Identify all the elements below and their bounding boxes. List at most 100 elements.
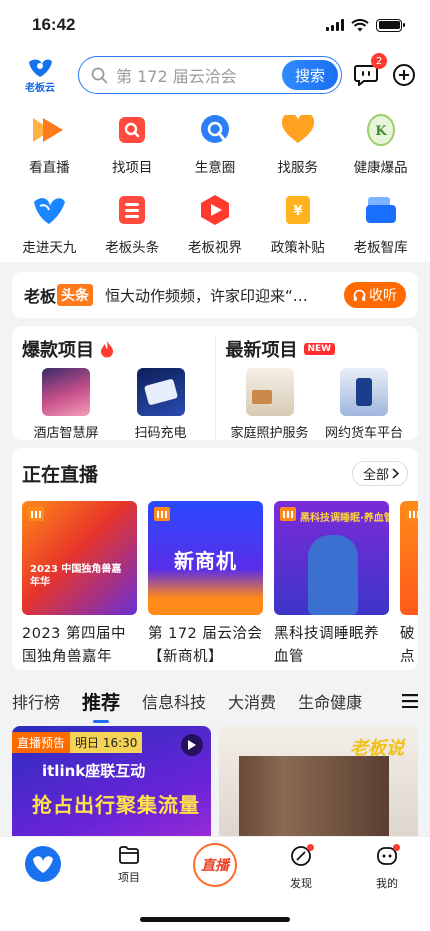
profile-icon [376,844,400,871]
search-input[interactable]: 第 172 届云洽会 搜索 [78,56,342,94]
live-card[interactable]: 破点 [400,501,418,669]
project-item-truck-platform[interactable]: 网约货车平台 [320,368,408,441]
live-card[interactable]: 2023 中国独角兽嘉年华 2023 第四届中国独角兽嘉年 [22,501,137,669]
tab-consumer[interactable]: 大消费 [228,689,276,713]
live-indicator-icon [154,507,170,521]
live-indicator-icon [406,507,418,521]
nav-live-label: 直播 [196,846,234,884]
project-item-home-care[interactable]: 家庭照护服务 [226,368,314,441]
home-indicator [140,917,290,922]
wifi-icon [351,18,369,31]
grid-item-boss-vision[interactable]: 老板视界 [174,190,257,256]
menu-icon[interactable] [402,694,418,708]
tab-it[interactable]: 信息科技 [142,689,206,713]
live-thumbnail-text: 黑科技调睡眠·养血管 [300,513,389,524]
grid-item-business-circle[interactable]: 生意圈 [174,110,257,176]
ticker-headline[interactable]: 恒大动作频频，许家印迎来“… [105,285,336,306]
preview-tag-label: 直播预告 [12,732,71,753]
live-thumbnail-text: 新商机 [174,549,237,573]
grid-item-find-service[interactable]: 找服务 [256,110,339,176]
play-icon [29,110,69,150]
project-thumbnail [136,368,185,416]
project-thumbnail [340,368,388,416]
ticker-brand-text: 老板 [24,287,57,306]
health-badge-icon: K [361,110,401,150]
news-ticker[interactable]: 老板 头条 恒大动作频频，许家印迎来“… 收听 [12,272,418,318]
grid-item-live[interactable]: 看直播 [8,110,91,176]
new-projects-title[interactable]: 最新项目 NEW [226,336,409,362]
app-logo[interactable]: 老板云 [22,56,58,94]
project-label: 酒店智慧屏 [33,426,99,441]
grid-item-think-tank[interactable]: 老板智库 [339,190,422,256]
listen-label: 收听 [369,288,397,304]
bird-logo-icon [29,59,52,77]
feed-logo: 老板说 [350,738,404,759]
notification-dot [393,844,400,851]
add-circle-icon [393,64,415,86]
live-button-icon: 直播 [193,843,237,887]
play-icon [181,734,203,756]
status-time: 16:42 [32,15,76,34]
project-label: 扫码充电 [134,426,187,441]
svg-text:¥: ¥ [293,204,302,219]
bird-logo-icon [29,190,69,230]
grid-label: 看直播 [29,160,70,176]
live-thumbnail-text: 2023 中国独角兽嘉年华 [30,564,122,588]
grid-label: 找项目 [111,160,153,176]
listen-button[interactable]: 收听 [344,282,406,308]
message-button[interactable]: 2 [352,53,387,89]
search-icon [91,67,108,83]
new-projects-title-text: 最新项目 [225,340,298,361]
live-card[interactable]: 黑科技调睡眠·养血管 黑科技调睡眠养血管 [274,501,389,669]
grid-label: 老板智库 [353,240,408,256]
project-item-scan-charge[interactable]: 扫码充电 [117,368,205,441]
nav-label: 发现 [290,877,312,890]
live-section-title: 正在直播 [22,464,99,486]
project-item-hotel-screen[interactable]: 酒店智慧屏 [22,368,110,441]
live-caption: 第 172 届云洽会【新商机】 [148,626,263,665]
grid-item-boss-news[interactable]: 老板头条 [91,190,174,256]
hot-projects: 爆款项目 酒店智慧屏 扫码充电 [12,336,215,441]
live-card[interactable]: 新商机 第 172 届云洽会【新商机】 [148,501,263,669]
nav-home[interactable] [8,845,78,931]
view-all-button[interactable]: 全部 [351,461,408,486]
chat-bubble-icon [195,110,235,150]
message-badge: 2 [371,53,387,69]
compass-icon [290,844,314,871]
presenter-figure [308,535,358,615]
status-bar: 16:42 [0,0,430,50]
folder-outline-icon [119,846,139,864]
hot-projects-title[interactable]: 爆款项目 [22,336,205,362]
headphone-icon [353,289,366,301]
grid-item-subsidy[interactable]: ¥ 政策补贴 [256,190,339,256]
bottom-nav: 项目 直播 发现 我的 [0,836,430,931]
grid-label: 老板视界 [187,240,242,256]
fire-icon [101,341,113,358]
grid-label: 老板头条 [105,240,160,256]
logo-text: 老板云 [25,83,55,94]
nav-mine[interactable]: 我的 [352,844,422,931]
project-label: 网约货车平台 [324,426,403,441]
grid-label: 政策补贴 [270,240,325,256]
category-tabs: 排行榜 推荐 信息科技 大消费 生命健康 [0,676,430,726]
live-section: 正在直播 全部 2023 中国独角兽嘉年华 2023 第四届中国独角兽嘉年 新商… [12,448,418,670]
tab-recommend[interactable]: 推荐 [82,688,120,715]
grid-item-tianjiu[interactable]: 走进天九 [8,190,91,256]
tab-ranking[interactable]: 排行榜 [12,689,60,713]
news-icon [112,190,152,230]
grid-item-find-project[interactable]: 找项目 [91,110,174,176]
live-indicator-icon [28,507,44,521]
nav-label: 我的 [376,877,398,890]
grid-item-health[interactable]: K 健康爆品 [339,110,422,176]
add-button[interactable] [390,61,418,89]
hot-projects-title-text: 爆款项目 [22,340,94,361]
projects-card: 爆款项目 酒店智慧屏 扫码充电 最新项目 NEW 家庭照护服务 网约货车平台 [12,326,418,441]
tab-life-health[interactable]: 生命健康 [298,689,362,713]
chevron-right-icon [392,468,399,479]
search-placeholder: 第 172 届云洽会 [116,67,237,86]
vision-icon [195,190,235,230]
new-tag: NEW [303,343,336,355]
grid-label: 找服务 [277,160,319,176]
search-button[interactable]: 搜索 [282,60,338,90]
nav-label: 项目 [118,871,140,884]
